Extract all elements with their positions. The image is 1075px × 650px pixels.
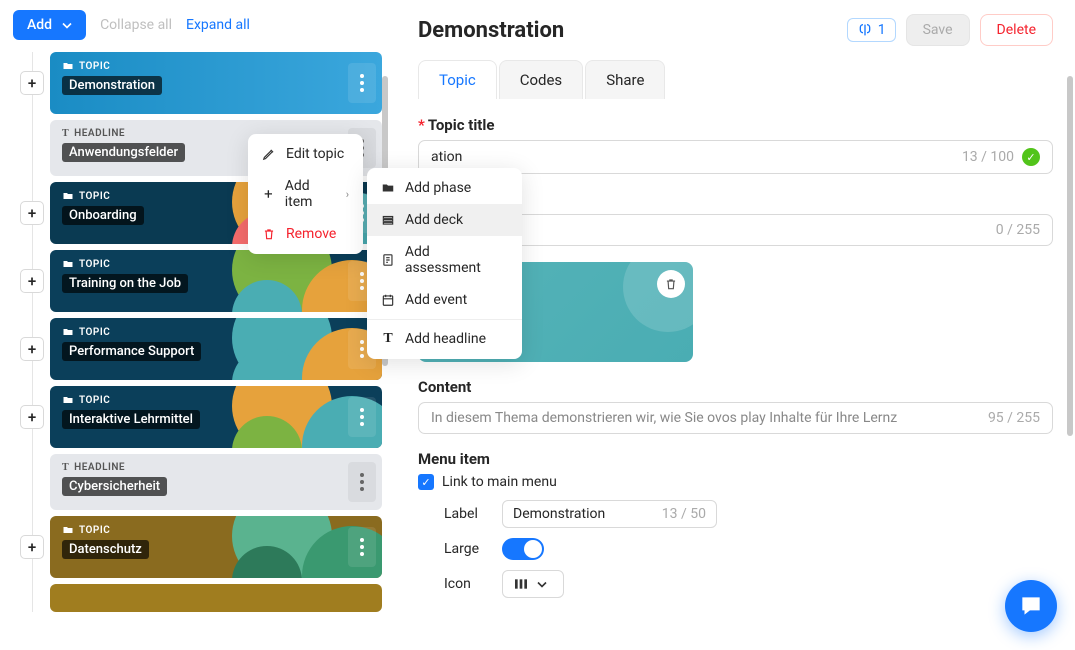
tree-card[interactable]: TOPICDemonstration [50,52,382,114]
right-scrollbar[interactable] [1067,76,1073,640]
card-menu-button[interactable] [348,63,376,103]
expand-toggle[interactable]: + [20,337,44,361]
card-title: Anwendungsfelder [62,143,185,162]
save-button: Save [906,14,970,46]
add-button[interactable]: Add [13,10,86,40]
tree-card[interactable]: TOPICTraining on the Job [50,250,382,312]
tree-row: +TOPICPerformance Support [20,318,382,380]
title-counter: 13 / 100 [962,149,1014,165]
tree-row: +TOPICInteraktive Lehrmittel [20,386,382,448]
collapse-all[interactable]: Collapse all [100,17,172,33]
card-title: Demonstration [62,76,162,95]
ctx-remove[interactable]: Remove [248,218,363,250]
card-title: Training on the Job [62,274,188,293]
page-title: Demonstration [418,18,564,43]
tab-share[interactable]: Share [585,60,665,99]
context-menu: Edit topic + Add item › Remove [248,134,363,254]
tree-row: THEADLINECybersicherheit [20,454,382,510]
expand-toggle[interactable]: + [20,71,44,95]
card-menu-button[interactable] [348,462,376,502]
delete-image-button[interactable] [657,270,685,298]
card-title: Cybersicherheit [62,477,167,496]
sub-add-phase[interactable]: Add phase [367,172,522,204]
tree-row: +TOPICTraining on the Job [20,250,382,312]
tree-row: +TOPICDatenschutz [20,516,382,578]
label-input[interactable]: Demonstration 13 / 50 [502,500,717,528]
expand-all[interactable]: Expand all [186,17,250,33]
large-field-label: Large [444,541,486,557]
content-input[interactable]: In diesem Thema demonstrieren wir, wie S… [418,402,1053,434]
tree-row: +TOPICDemonstration [20,52,382,114]
sidebar-tree: Add Collapse all Expand all +TOPICDemons… [0,0,390,650]
ctx-add-item[interactable]: + Add item › [248,170,363,218]
sub-add-deck[interactable]: Add deck [367,204,522,236]
ctx-edit-topic[interactable]: Edit topic [248,138,363,170]
sub-add-event[interactable]: Add event [367,284,522,316]
icon-select[interactable] [502,570,564,598]
expand-toggle[interactable]: + [20,201,44,225]
content-label: Content [418,378,1053,396]
tree-card[interactable]: TOPICPerformance Support [50,318,382,380]
addition-counter: 0 / 255 [996,222,1040,238]
chat-bubble-button[interactable] [1005,580,1057,632]
tree-card[interactable]: TOPICDatenschutz [50,516,382,578]
expand-toggle[interactable]: + [20,405,44,429]
sub-add-headline[interactable]: T Add headline [367,323,522,355]
content-counter: 95 / 255 [988,410,1040,426]
check-icon: ✓ [1022,148,1040,166]
brain-badge[interactable]: 1 [847,18,896,42]
expand-toggle[interactable]: + [20,269,44,293]
tree-card[interactable]: TOPICInteraktive Lehrmittel [50,386,382,448]
link-main-menu-label: Link to main menu [442,474,557,490]
label-field-label: Label [444,506,486,522]
link-main-menu-checkbox[interactable]: ✓ [418,474,434,490]
delete-button[interactable]: Delete [980,14,1053,46]
tab-codes[interactable]: Codes [499,60,583,99]
card-menu-button[interactable] [348,397,376,437]
sub-add-assessment[interactable]: Add assessment [367,236,522,284]
card-title: Interaktive Lehrmittel [62,410,200,429]
menu-item-label: Menu item [418,450,1053,468]
card-title: Datenschutz [62,540,149,559]
topic-title-label: Topic title [428,116,495,134]
tab-topic[interactable]: Topic [418,60,497,99]
card-menu-button[interactable] [348,527,376,567]
card-title: Onboarding [62,206,144,225]
large-toggle[interactable] [502,538,544,560]
tree-card[interactable] [50,584,382,612]
tree-card[interactable]: THEADLINECybersicherheit [50,454,382,510]
expand-toggle[interactable]: + [20,535,44,559]
add-item-submenu: Add phase Add deck Add assessment Add ev… [367,168,522,359]
card-title: Performance Support [62,342,201,361]
icon-field-label: Icon [444,576,486,592]
